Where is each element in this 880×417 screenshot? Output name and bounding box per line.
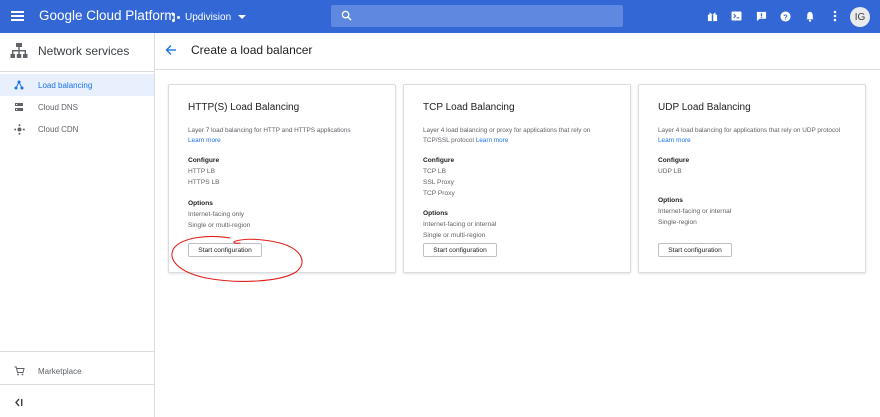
sidebar-item-marketplace[interactable]: Marketplace (0, 360, 154, 382)
options-item: Internet-facing or internal (658, 208, 732, 215)
divider (0, 351, 154, 352)
options-item: Single or multi-region (188, 222, 251, 229)
card-title: HTTP(S) Load Balancing (188, 102, 300, 113)
card-description-text: Layer 4 load balancing for applications … (658, 127, 841, 134)
dns-icon (0, 102, 38, 112)
svg-text:?: ? (784, 12, 789, 21)
configure-heading: Configure (188, 157, 220, 164)
search-input[interactable] (331, 5, 623, 27)
options-heading: Options (188, 200, 213, 207)
learn-more-link[interactable]: Learn more (476, 137, 509, 144)
card-title: UDP Load Balancing (658, 102, 751, 113)
divider (0, 384, 154, 385)
options-item: Single or multi-region (423, 232, 486, 239)
page-title: Create a load balancer (191, 43, 313, 57)
sidebar-item-label: Marketplace (38, 366, 82, 376)
options-item: Internet-facing or internal (423, 221, 497, 228)
search-icon (341, 10, 352, 21)
chevron-down-icon (238, 15, 247, 19)
project-icon (172, 12, 181, 22)
options-heading: Options (423, 210, 448, 217)
feedback-icon[interactable] (753, 8, 769, 24)
card-description: Layer 7 load balancing for HTTP and HTTP… (188, 126, 383, 145)
sidebar-item-label: Cloud CDN (38, 124, 79, 134)
network-services-icon (10, 43, 28, 58)
help-icon[interactable]: ? (778, 8, 794, 24)
more-vert-icon[interactable] (827, 8, 843, 24)
card-description-text: Layer 7 load balancing for HTTP and HTTP… (188, 127, 351, 134)
card-title: TCP Load Balancing (423, 102, 515, 113)
notifications-icon[interactable] (802, 8, 818, 24)
collapse-icon (0, 398, 38, 407)
sidebar-item-cloud-dns[interactable]: Cloud DNS (0, 96, 154, 118)
sidebar-item-cloud-cdn[interactable]: Cloud CDN (0, 118, 154, 140)
configure-heading: Configure (423, 157, 455, 164)
collapse-sidebar-button[interactable] (0, 391, 154, 413)
marketplace-cart-icon (0, 366, 38, 376)
start-configuration-button[interactable]: Start configuration (658, 243, 732, 257)
sidebar-item-load-balancing[interactable]: Load balancing (0, 74, 154, 96)
learn-more-link[interactable]: Learn more (658, 137, 691, 144)
configure-item: SSL Proxy (423, 179, 454, 186)
back-arrow-icon[interactable] (165, 44, 177, 56)
cdn-icon (0, 123, 38, 135)
configure-heading: Configure (658, 157, 690, 164)
avatar[interactable]: IG (850, 7, 870, 27)
top-bar: Google Cloud Platform Updivision ? IG (0, 0, 880, 33)
card-tcp-load-balancing: TCP Load Balancing Layer 4 load balancin… (403, 84, 631, 273)
options-item: Internet-facing only (188, 211, 245, 218)
gift-icon[interactable] (704, 8, 720, 24)
app-title[interactable]: Google Cloud Platform (39, 8, 176, 23)
configure-item: TCP LB (423, 168, 446, 175)
card-description: Layer 4 load balancing or proxy for appl… (423, 126, 618, 145)
configure-item: HTTP LB (188, 168, 215, 175)
sidebar-header: Network services (0, 33, 154, 72)
sidebar-item-label: Load balancing (38, 80, 93, 90)
configure-item: UDP LB (658, 168, 682, 175)
load-balancing-icon (0, 80, 38, 90)
cloud-shell-icon[interactable] (729, 8, 745, 24)
sidebar: Network services Load balancing Cloud DN… (0, 33, 155, 417)
sidebar-item-label: Cloud DNS (38, 102, 79, 112)
project-selector[interactable]: Updivision (172, 9, 247, 25)
annotation-circle (171, 235, 303, 282)
start-configuration-button[interactable]: Start configuration (423, 243, 497, 257)
sidebar-title: Network services (38, 44, 130, 58)
project-name: Updivision (185, 11, 232, 23)
options-item: Single-region (658, 219, 697, 226)
card-udp-load-balancing: UDP Load Balancing Layer 4 load balancin… (638, 84, 866, 273)
configure-item: TCP Proxy (423, 190, 455, 197)
learn-more-link[interactable]: Learn more (188, 137, 221, 144)
options-heading: Options (658, 197, 683, 204)
hamburger-menu-icon[interactable] (10, 8, 26, 24)
configure-item: HTTPS LB (188, 179, 220, 186)
card-description: Layer 4 load balancing for applications … (658, 126, 853, 145)
page-header: Create a load balancer (155, 33, 880, 70)
